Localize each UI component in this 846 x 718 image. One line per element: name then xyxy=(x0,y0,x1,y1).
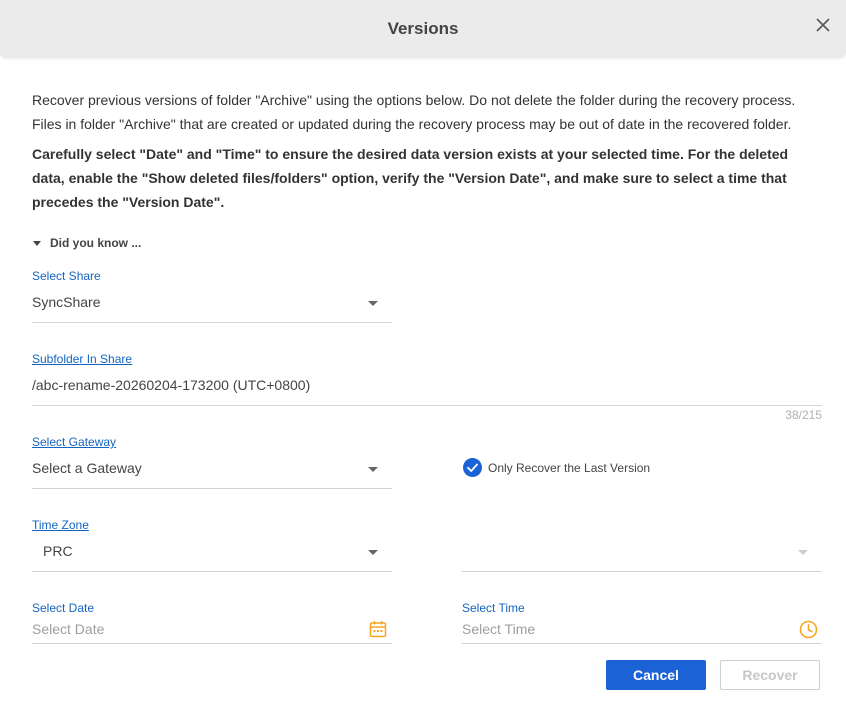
dropdown-arrow-icon xyxy=(368,467,378,472)
subfolder-value: /abc-rename-20260204-173200 (UTC+0800) xyxy=(32,377,311,393)
clock-icon xyxy=(799,620,818,639)
time-label: Select Time xyxy=(462,601,525,615)
cancel-button[interactable]: Cancel xyxy=(606,660,706,690)
dropdown-arrow-icon xyxy=(368,550,378,555)
gateway-placeholder: Select a Gateway xyxy=(32,460,142,476)
subfolder-input[interactable]: /abc-rename-20260204-173200 (UTC+0800) xyxy=(32,377,822,406)
dialog-title: Versions xyxy=(387,19,459,38)
time-picker[interactable]: Select Time xyxy=(462,620,822,644)
date-picker[interactable]: Select Date xyxy=(32,621,392,644)
dropdown-arrow-icon xyxy=(798,550,808,555)
date-placeholder: Select Date xyxy=(32,621,105,637)
checkmark-circle-icon xyxy=(463,458,482,477)
time-placeholder: Select Time xyxy=(462,621,536,637)
recover-button[interactable]: Recover xyxy=(720,660,820,690)
did-you-know-toggle[interactable]: Did you know ... xyxy=(32,236,141,250)
warning-text: Carefully select "Date" and "Time" to en… xyxy=(32,146,789,210)
timezone-value: PRC xyxy=(43,543,73,559)
caret-down-icon xyxy=(33,240,41,246)
timezone-select[interactable]: PRC xyxy=(32,543,392,572)
gateway-label: Select Gateway xyxy=(32,435,117,449)
dialog-header: Versions xyxy=(0,0,846,58)
share-value: SyncShare xyxy=(32,294,101,310)
share-label: Select Share xyxy=(32,269,101,283)
description-text: Recover previous versions of folder "Arc… xyxy=(32,92,796,132)
timezone-label: Time Zone xyxy=(32,518,89,532)
gateway-select[interactable]: Select a Gateway xyxy=(32,460,392,489)
only-last-version-label: Only Recover the Last Version xyxy=(488,460,651,475)
calendar-icon xyxy=(369,621,387,638)
close-icon[interactable] xyxy=(814,16,832,34)
share-select[interactable]: SyncShare xyxy=(32,294,392,323)
only-last-version-checkbox[interactable]: Only Recover the Last Version xyxy=(463,458,650,477)
subfolder-label: Subfolder In Share xyxy=(32,352,133,366)
date-label: Select Date xyxy=(32,601,95,615)
timezone-secondary-select[interactable] xyxy=(462,543,822,572)
did-you-know-label: Did you know ... xyxy=(50,236,142,250)
dropdown-arrow-icon xyxy=(368,301,378,306)
character-counter: 38/215 xyxy=(785,408,822,422)
